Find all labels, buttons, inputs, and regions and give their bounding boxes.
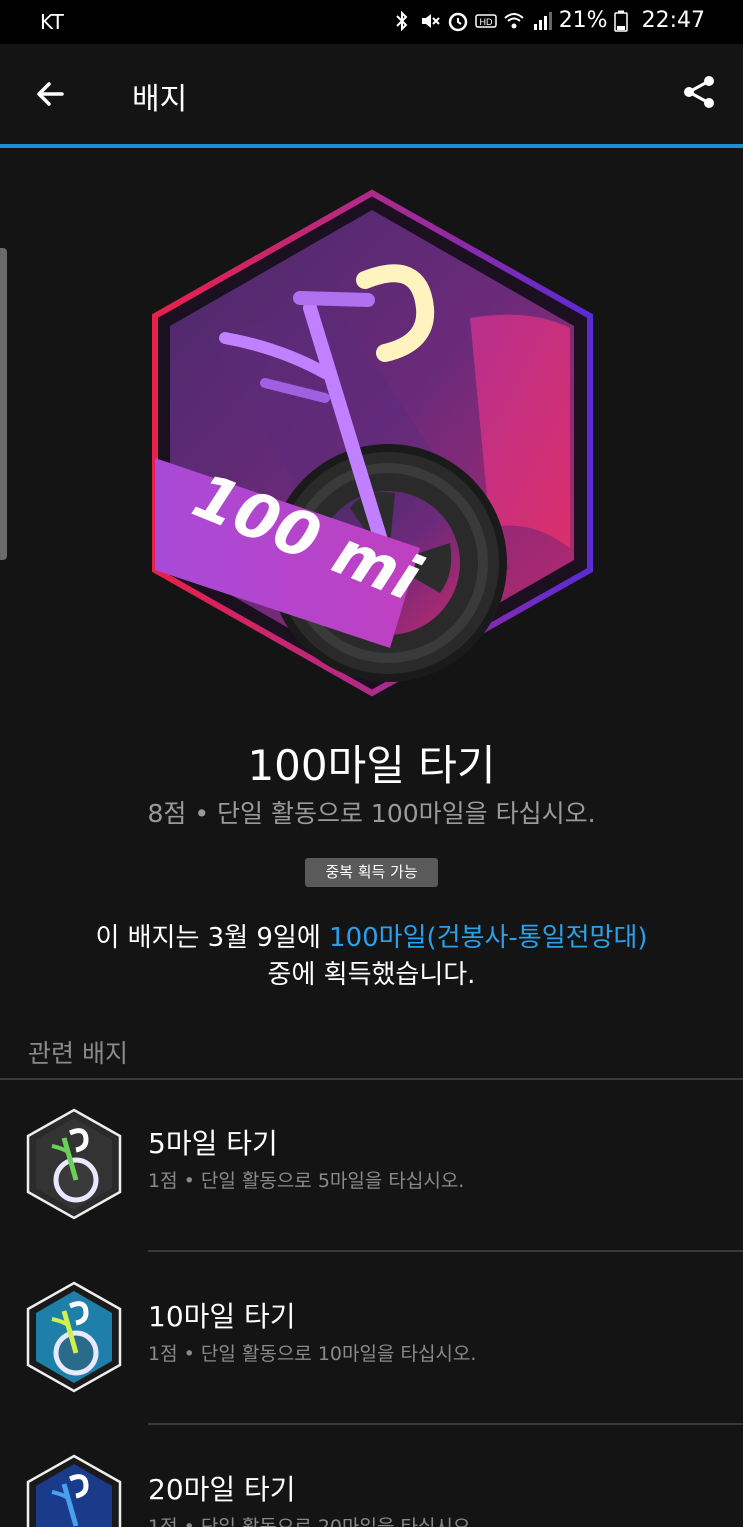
share-button[interactable] bbox=[679, 72, 719, 112]
back-button[interactable] bbox=[30, 74, 70, 114]
bluetooth-icon bbox=[391, 10, 413, 32]
related-badge-description: 1점 • 단일 활동으로 5마일을 타십시오. bbox=[148, 1170, 465, 1192]
arrow-left-icon bbox=[37, 82, 64, 106]
badge-10mi-icon bbox=[26, 1281, 122, 1393]
related-badges-title: 관련 배지 bbox=[28, 1039, 128, 1068]
svg-text:HD: HD bbox=[479, 17, 492, 27]
badge-detail-content[interactable]: 100 mi 100마일 타기 8점 • 단일 활동으로 100마일을 타십시오… bbox=[0, 148, 743, 1527]
hd-icon: HD bbox=[474, 10, 497, 32]
related-badge-name: 20마일 타기 bbox=[148, 1473, 296, 1506]
earned-suffix: 중에 획득했습니다. bbox=[267, 960, 476, 990]
badge-image: 100 mi bbox=[150, 188, 595, 698]
repeatable-tag: 중복 획득 가능 bbox=[305, 858, 438, 887]
signal-icon bbox=[531, 10, 553, 32]
related-badge-description: 1점 • 단일 활동으로 10마일을 타십시오. bbox=[148, 1343, 477, 1365]
battery-percent: 21% bbox=[558, 8, 608, 33]
related-badge-name: 10마일 타기 bbox=[148, 1300, 296, 1333]
related-badge-5mi[interactable]: 5마일 타기 1점 • 단일 활동으로 5마일을 타십시오. bbox=[0, 1080, 743, 1252]
badge-description: 8점 • 단일 활동으로 100마일을 타십시오. bbox=[147, 799, 596, 828]
alarm-icon bbox=[447, 10, 469, 32]
earned-info: 이 배지는 3월 9일에 100마일(건봉사-통일전망대) 중에 획득했습니다. bbox=[30, 920, 713, 994]
clock: 22:47 bbox=[641, 8, 705, 33]
row-divider bbox=[148, 1423, 743, 1425]
app-bar: 배지 bbox=[0, 44, 743, 144]
share-icon bbox=[684, 76, 714, 108]
related-badge-name: 5마일 타기 bbox=[148, 1127, 278, 1160]
earned-activity-link[interactable]: 100마일(건봉사-통일전망대) bbox=[329, 923, 648, 953]
badge-20mi-icon bbox=[26, 1454, 122, 1527]
badge-title: 100마일 타기 bbox=[247, 741, 496, 790]
related-badge-10mi[interactable]: 10마일 타기 1점 • 단일 활동으로 10마일을 타십시오. bbox=[0, 1253, 743, 1425]
scrollbar[interactable] bbox=[0, 248, 7, 560]
badge-5mi-icon bbox=[26, 1108, 122, 1220]
mute-icon bbox=[419, 10, 441, 32]
wifi-icon bbox=[503, 10, 525, 32]
status-icons: HD 21% 22:47 bbox=[391, 8, 705, 33]
battery-icon bbox=[613, 10, 636, 32]
related-badge-description: 1점 • 단일 활동으로 20마일을 타십시오. bbox=[148, 1516, 477, 1527]
earned-prefix: 이 배지는 3월 9일에 bbox=[95, 923, 330, 953]
status-bar: KT HD 21% 22:47 bbox=[0, 0, 743, 44]
page-title: 배지 bbox=[132, 82, 188, 117]
row-divider bbox=[148, 1250, 743, 1252]
carrier-label: KT bbox=[40, 10, 64, 34]
related-badge-20mi[interactable]: 20마일 타기 1점 • 단일 활동으로 20마일을 타십시오. bbox=[0, 1426, 743, 1527]
